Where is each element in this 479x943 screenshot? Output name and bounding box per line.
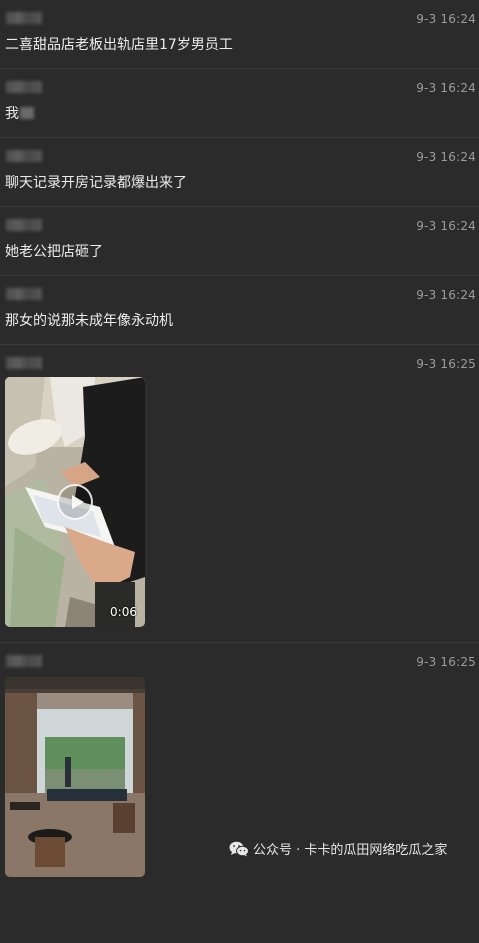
chat-message-video: 9-3 16:25 [0,643,479,943]
chat-message: 9-3 16:24 二喜甜品店老板出轨店里17岁男员工 [0,0,479,69]
sender-name-blurred [6,12,42,24]
video-duration: 0:06 [110,605,137,619]
message-time: 9-3 16:24 [416,219,476,233]
chat-message: 9-3 16:24 她老公把店砸了 [0,207,479,276]
chat-message: 9-3 16:24 聊天记录开房记录都爆出来了 [0,138,479,207]
watermark: 公众号 · 卡卡的瓜田网络吃瓜之家 [229,839,447,858]
message-time: 9-3 16:24 [416,288,476,302]
play-icon[interactable] [57,484,93,520]
message-time: 9-3 16:25 [416,655,476,669]
sender-name-blurred [6,219,42,231]
message-text: 二喜甜品店老板出轨店里17岁男员工 [5,37,233,53]
message-time: 9-3 16:24 [416,12,476,26]
redaction-blur [20,107,34,119]
sender-name-blurred [6,288,42,300]
sender-name-blurred [6,150,42,162]
message-text: 我 [5,106,19,122]
chat-message-video: 9-3 16:25 0:06 [0,345,479,643]
chat-message: 9-3 16:24 我 [0,69,479,138]
message-text-row: 我 [5,103,34,123]
message-text: 她老公把店砸了 [5,244,103,260]
wechat-icon [229,841,249,857]
sender-name-blurred [6,81,42,93]
message-time: 9-3 16:25 [416,357,476,371]
chat-message: 9-3 16:24 那女的说那未成年像永动机 [0,276,479,345]
message-text: 那女的说那未成年像永动机 [5,313,173,329]
sender-name-blurred [6,357,42,369]
video-frame-image [5,677,145,877]
message-time: 9-3 16:24 [416,81,476,95]
video-thumbnail[interactable] [5,677,145,877]
chat-message-list: 9-3 16:24 二喜甜品店老板出轨店里17岁男员工 9-3 16:24 我 … [0,0,479,943]
message-text: 聊天记录开房记录都爆出来了 [5,175,187,191]
video-thumbnail[interactable]: 0:06 [5,377,145,627]
watermark-text: 公众号 · 卡卡的瓜田网络吃瓜之家 [253,843,448,858]
sender-name-blurred [6,655,42,667]
message-time: 9-3 16:24 [416,150,476,164]
